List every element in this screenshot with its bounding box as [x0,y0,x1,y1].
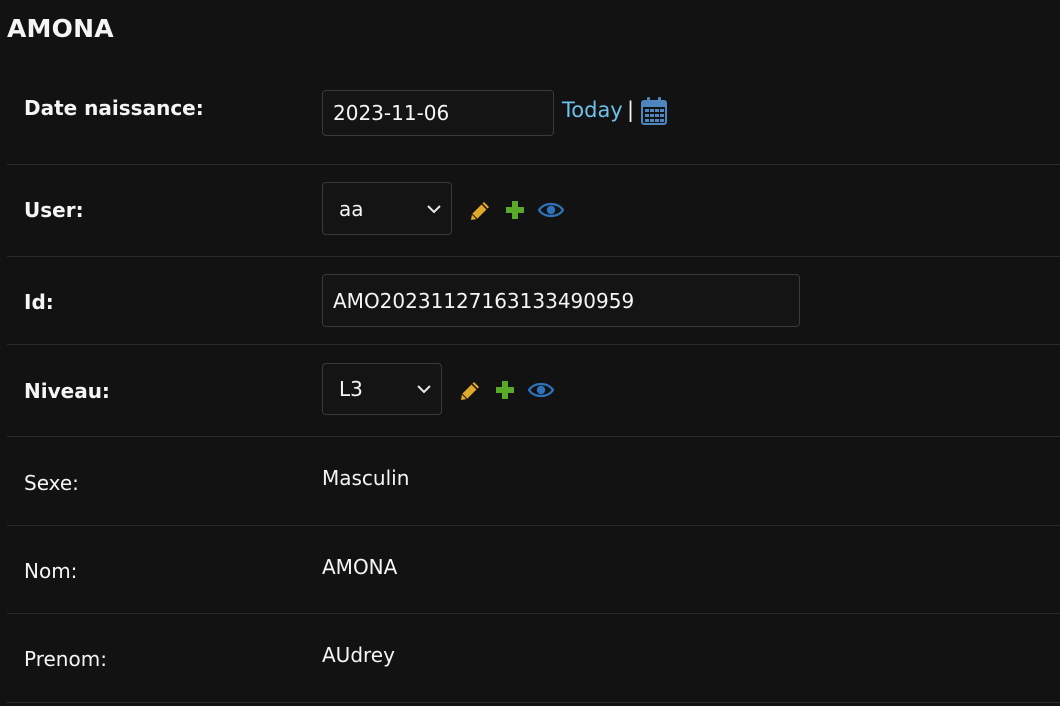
date-naissance-label: Date naissance: [24,96,204,120]
form-row-date-naissance: Date naissance: 2023-11-06 Today | [7,70,1060,165]
sexe-label: Sexe: [24,471,79,495]
id-label: Id: [24,290,54,314]
change-form: AMONA Date naissance: 2023-11-06 Today |… [0,0,1060,706]
user-label: User: [24,198,84,222]
plus-icon[interactable] [505,200,525,220]
prenom-value: AUdrey [322,643,395,667]
date-naissance-input[interactable]: 2023-11-06 [322,90,554,136]
form-row-sexe: Sexe: Masculin [7,437,1060,526]
form-row-prenom: Prenom: AUdrey [7,614,1060,703]
user-selected-value: aa [339,196,364,221]
prenom-label: Prenom: [24,647,107,671]
today-link[interactable]: Today [562,98,623,122]
sexe-value: Masculin [322,466,410,490]
nom-label: Nom: [24,559,78,583]
niveau-label: Niveau: [24,379,110,403]
eye-icon[interactable] [528,381,554,399]
pencil-icon[interactable] [469,200,491,222]
chevron-down-icon [427,204,441,213]
plus-icon[interactable] [495,380,515,400]
niveau-selected-value: L3 [339,377,363,401]
calendar-icon[interactable] [640,96,668,126]
pencil-icon[interactable] [459,380,481,402]
nom-value: AMONA [322,555,398,579]
form-row-user: User: aa [7,165,1060,257]
form-row-niveau: Niveau: L3 [7,345,1060,437]
id-input[interactable]: AMO20231127163133490959 [322,274,800,327]
niveau-select[interactable]: L3 [322,363,442,415]
form-row-id: Id: AMO20231127163133490959 [7,257,1060,345]
chevron-down-icon [417,385,431,394]
user-select[interactable]: aa [322,182,452,235]
shortcut-separator: | [627,98,635,122]
eye-icon[interactable] [538,201,564,219]
form-row-nom: Nom: AMONA [7,526,1060,614]
fieldset-title: AMONA [7,14,114,43]
